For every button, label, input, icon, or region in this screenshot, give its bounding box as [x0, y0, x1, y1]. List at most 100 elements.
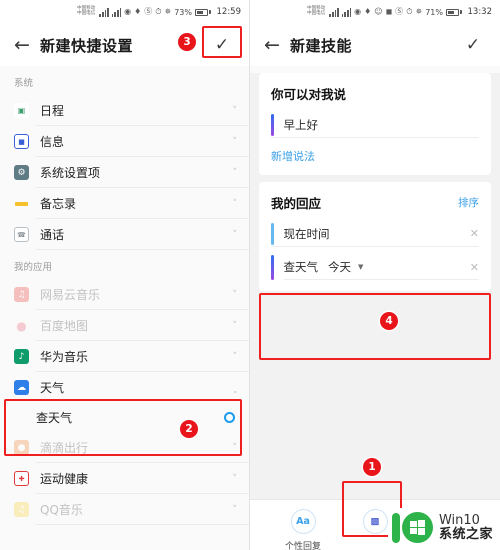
left-phone-screen: 中国移动 中国电信 ◉ ♦ Ⓢ ⏱ ✵ 73% 12:59 ← 新建快捷设置 ✓ [0, 0, 250, 550]
page-title: 新建快捷设置 [40, 36, 134, 55]
response-item-header: 查天气 今天 ▼ ✕ [283, 255, 479, 280]
response-item-current-time[interactable]: 现在时间 ✕ [271, 221, 479, 247]
list-item-label: 华为音乐 [40, 350, 89, 364]
accent-bar [271, 222, 274, 245]
response-item-param[interactable]: 今天 [328, 259, 351, 275]
response-item-check-weather[interactable]: 查天气 今天 ▼ ✕ [271, 255, 479, 280]
add-phrase-link[interactable]: 新增说法 [271, 148, 315, 164]
signal-bars-2-icon [341, 7, 352, 17]
watermark-line-1: Win10 [438, 512, 480, 528]
list-item-weather[interactable]: ☁ 天气 ˅ [0, 372, 249, 403]
right-status-group: Ⓢ ⏱ ✵ 71% 13:32 [395, 7, 492, 17]
annotation-badge-4: 4 [380, 312, 398, 330]
signal-bars-2-icon [111, 7, 122, 17]
toolbar-item-personal-reply[interactable]: Aa 个性回复 [280, 509, 326, 550]
right-phone-screen: 中国移动 中国电信 ◉ ♦ ☺ ◼ Ⓢ ⏱ ✵ 71% 13:32 ← 新建技能 [250, 0, 500, 550]
battery-percent: 73% [174, 7, 192, 17]
chevron-down-icon: ˅ [232, 442, 238, 453]
text-reply-icon: Aa [290, 509, 316, 534]
list-item-call[interactable]: ☎ 通话 ˅ [0, 219, 249, 250]
confirm-check-icon[interactable]: ✓ [460, 33, 486, 57]
vpn-icon: ♦ [134, 7, 142, 16]
watermark-text: Win10 系统之家 [438, 512, 493, 542]
list-item-baidu-map[interactable]: ● 百度地图 ˅ [0, 310, 249, 341]
my-response-card: 我的回应 排序 现在时间 ✕ 查天气 今天 ▼ ✕ [259, 182, 491, 291]
sort-link[interactable]: 排序 [458, 195, 479, 210]
bluetooth-icon: ✵ [164, 7, 172, 16]
carrier-2: 中国电信 [306, 11, 326, 16]
list-item-label: 系统设置项 [40, 166, 101, 180]
list-item-calendar[interactable]: ▣ 日程 ˅ [0, 95, 249, 126]
back-arrow-icon[interactable]: ← [14, 35, 36, 55]
alarm-icon: ⏱ [155, 7, 162, 16]
dual-screenshot-container: 中国移动 中国电信 ◉ ♦ Ⓢ ⏱ ✵ 73% 12:59 ← 新建快捷设置 ✓ [0, 0, 500, 550]
radio-selected-icon[interactable] [224, 412, 235, 423]
section-header-system: 系统 [14, 78, 34, 89]
battery-percent: 71% [425, 7, 443, 17]
mute-icon: Ⓢ [144, 7, 153, 16]
person-icon: ☺ [374, 7, 383, 16]
list-item-label: 百度地图 [40, 319, 89, 333]
chat-icon: ◼ [385, 7, 393, 16]
close-icon[interactable]: ✕ [470, 261, 479, 274]
chevron-down-icon: ˅ [232, 473, 238, 484]
chevron-down-icon: ˅ [232, 198, 238, 209]
huawei-music-icon: ♪ [14, 349, 29, 364]
chevron-down-icon: ˅ [232, 229, 238, 240]
page-title: 新建技能 [290, 36, 353, 55]
settings-list: 系统 ▣ 日程 ˅ ■ 信息 ˅ ⚙ 系统设置项 ˅ 备忘录 ˅ ☎ 通话 ˅ … [0, 66, 249, 525]
sub-item-label: 查天气 [36, 411, 73, 425]
signal-bars-1-icon [329, 7, 339, 17]
list-item-qq-music[interactable]: ♫ QQ音乐 ˅ [0, 494, 249, 525]
annotation-badge-3: 3 [178, 33, 196, 51]
chevron-down-icon[interactable]: ▼ [358, 263, 363, 271]
response-title-text: 我的回应 [271, 196, 322, 211]
list-item-label: 滴滴出行 [40, 441, 89, 455]
list-item-huawei-music[interactable]: ♪ 华为音乐 ˅ [0, 341, 249, 372]
carrier-labels: 中国移动 中国电信 [306, 6, 326, 17]
right-status-bar: 中国移动 中国电信 ◉ ♦ ☺ ◼ Ⓢ ⏱ ✵ 71% 13:32 [250, 0, 500, 24]
phrase-field[interactable]: 早上好 [271, 112, 479, 138]
response-item-label: 查天气 [283, 260, 319, 274]
list-item-memo[interactable]: 备忘录 ˅ [0, 188, 249, 219]
list-item-label: 日程 [40, 104, 65, 118]
calendar-icon: ▣ [14, 103, 29, 118]
signal-bars-1-icon [99, 7, 109, 17]
annotation-badge-1: 1 [363, 458, 381, 476]
list-item-label: 通话 [40, 228, 65, 242]
section-header-my-apps: 我的应用 [14, 262, 53, 273]
chevron-down-icon: ˅ [232, 289, 238, 300]
back-arrow-icon[interactable]: ← [264, 35, 286, 55]
chevron-down-icon: ˅ [232, 105, 238, 116]
vpn-icon: ♦ [364, 7, 372, 16]
health-icon: ✚ [14, 471, 29, 486]
response-item-content: 查天气 今天 ▼ ✕ [283, 255, 479, 280]
right-app-bar: ← 新建技能 ✓ [250, 24, 500, 66]
list-item-health[interactable]: ✚ 运动健康 ˅ [0, 463, 249, 494]
skill-editor-body: 你可以对我说 早上好 新增说法 我的回应 排序 现在时间 ✕ 查天气 今天 ▼ … [250, 73, 500, 550]
close-icon[interactable]: ✕ [470, 227, 479, 240]
chevron-down-icon: ˅ [232, 504, 238, 515]
message-icon: ■ [14, 134, 29, 149]
response-item-label: 现在时间 [283, 226, 330, 241]
win10-logo-icon [391, 512, 433, 543]
left-status-bar: 中国移动 中国电信 ◉ ♦ Ⓢ ⏱ ✵ 73% 12:59 [0, 0, 249, 24]
gear-icon: ⚙ [14, 165, 29, 180]
wifi-icon: ◉ [354, 7, 362, 16]
list-item-netease-music[interactable]: ♫ 网易云音乐 ˅ [0, 279, 249, 310]
battery-icon [446, 8, 462, 16]
response-card-title: 我的回应 排序 [271, 193, 479, 212]
wifi-icon: ◉ [124, 7, 132, 16]
map-pin-icon: ● [16, 318, 27, 333]
phrase-text: 早上好 [283, 117, 319, 132]
chevron-up-icon: ˅ [232, 382, 238, 393]
right-status-group: Ⓢ ⏱ ✵ 73% 12:59 [144, 7, 241, 17]
battery-icon [195, 8, 211, 16]
list-item-system-settings[interactable]: ⚙ 系统设置项 ˅ [0, 157, 249, 188]
mute-icon: Ⓢ [395, 7, 404, 16]
sub-item-check-weather[interactable]: 查天气 [0, 403, 249, 432]
list-item-message[interactable]: ■ 信息 ˅ [0, 126, 249, 157]
confirm-check-icon[interactable]: ✓ [209, 33, 235, 57]
list-item-didi[interactable]: ● 滴滴出行 ˅ [0, 432, 249, 463]
annotation-badge-2: 2 [180, 420, 198, 438]
